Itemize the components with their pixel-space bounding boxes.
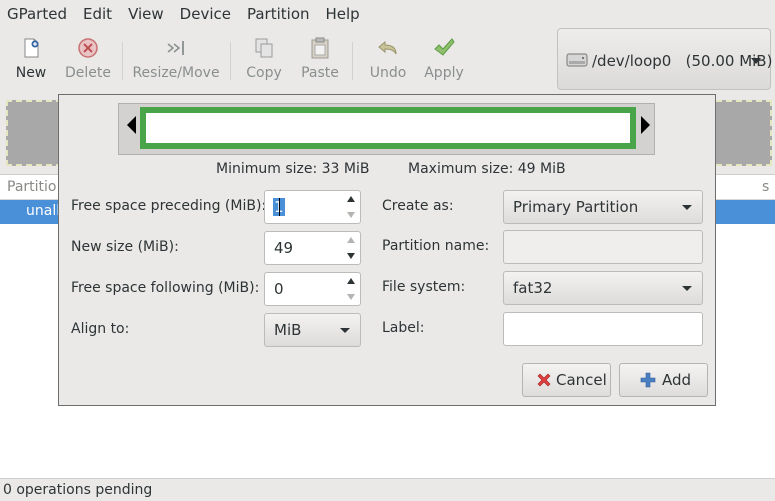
paste-icon bbox=[311, 37, 329, 59]
free-preceding-spinbox[interactable]: 1 bbox=[264, 190, 361, 224]
delete-button[interactable]: Delete bbox=[62, 28, 114, 88]
free-following-value: 0 bbox=[274, 280, 284, 298]
resize-move-label: Resize/Move bbox=[132, 65, 220, 81]
menu-help[interactable]: Help bbox=[318, 0, 368, 28]
create-as-combo[interactable]: Primary Partition bbox=[503, 190, 703, 224]
apply-label: Apply bbox=[424, 65, 464, 81]
column-partition-header[interactable]: Partitio bbox=[7, 179, 56, 195]
resize-handle-right[interactable] bbox=[641, 116, 650, 134]
increment-arrow-icon[interactable] bbox=[347, 196, 355, 202]
partition-block[interactable] bbox=[140, 107, 636, 149]
chevron-down-icon bbox=[682, 286, 692, 291]
free-following-label: Free space following (MiB): bbox=[71, 280, 260, 296]
cancel-icon bbox=[537, 373, 551, 387]
label-field[interactable] bbox=[503, 312, 703, 346]
menu-device[interactable]: Device bbox=[172, 0, 239, 28]
device-label: /dev/loop0 (50.00 MiB) bbox=[592, 52, 773, 70]
chevron-down-icon bbox=[751, 58, 761, 64]
undo-icon bbox=[378, 40, 397, 55]
menu-gparted[interactable]: GParted bbox=[0, 0, 75, 28]
paste-button[interactable]: Paste bbox=[296, 28, 344, 88]
delete-icon bbox=[78, 38, 98, 58]
resize-icon bbox=[167, 41, 184, 55]
minimum-size-label: Minimum size: 33 MiB bbox=[216, 161, 370, 177]
free-following-spinbox[interactable]: 0 bbox=[264, 272, 361, 306]
apply-button[interactable]: Apply bbox=[420, 28, 468, 88]
new-partition-dialog: Minimum size: 33 MiB Maximum size: 49 Mi… bbox=[58, 94, 716, 406]
new-document-icon bbox=[24, 38, 39, 58]
decrement-arrow-icon[interactable] bbox=[347, 294, 355, 300]
status-text: 0 operations pending bbox=[3, 482, 153, 498]
checkmark-icon bbox=[434, 38, 455, 56]
create-as-value: Primary Partition bbox=[513, 198, 639, 216]
increment-arrow-icon[interactable] bbox=[347, 278, 355, 284]
maximum-size-label: Maximum size: 49 MiB bbox=[408, 161, 566, 177]
new-size-label: New size (MiB): bbox=[71, 239, 179, 255]
file-system-value: fat32 bbox=[513, 279, 553, 297]
toolbar-separator bbox=[230, 42, 231, 80]
delete-label: Delete bbox=[65, 65, 111, 81]
toolbar-separator bbox=[352, 42, 353, 80]
menu-partition[interactable]: Partition bbox=[239, 0, 318, 28]
new-size-spinbox[interactable]: 49 bbox=[264, 231, 361, 265]
toolbar-separator bbox=[122, 42, 123, 80]
resize-move-button[interactable]: Resize/Move bbox=[131, 28, 221, 88]
free-preceding-label: Free space preceding (MiB): bbox=[71, 198, 267, 214]
partition-name-label: Partition name: bbox=[382, 238, 490, 254]
text-cursor bbox=[279, 198, 280, 216]
column-flags-header[interactable]: s bbox=[762, 179, 769, 195]
menubar: GParted Edit View Device Partition Help bbox=[0, 0, 775, 28]
chevron-down-icon bbox=[340, 328, 350, 333]
device-selector[interactable]: /dev/loop0 (50.00 MiB) bbox=[557, 28, 773, 90]
new-label: New bbox=[15, 65, 47, 81]
hard-drive-icon bbox=[566, 53, 588, 67]
label-label: Label: bbox=[382, 320, 425, 336]
new-button[interactable]: New bbox=[8, 28, 54, 88]
copy-icon bbox=[255, 38, 273, 58]
partition-name-field[interactable] bbox=[503, 230, 703, 264]
cancel-button[interactable]: Cancel bbox=[522, 363, 611, 397]
undo-button[interactable]: Undo bbox=[364, 28, 412, 88]
new-size-value: 49 bbox=[274, 239, 294, 257]
partition-resizer[interactable] bbox=[118, 103, 655, 155]
paste-label: Paste bbox=[301, 65, 339, 81]
menu-edit[interactable]: Edit bbox=[75, 0, 120, 28]
copy-button[interactable]: Copy bbox=[240, 28, 288, 88]
align-to-value: MiB bbox=[274, 321, 302, 339]
align-to-combo[interactable]: MiB bbox=[264, 313, 361, 347]
resize-handle-left[interactable] bbox=[127, 116, 136, 134]
decrement-arrow-icon[interactable] bbox=[347, 253, 355, 259]
menu-view[interactable]: View bbox=[120, 0, 172, 28]
partition-row-label: unall bbox=[26, 203, 61, 219]
cancel-label: Cancel bbox=[556, 371, 607, 389]
file-system-label: File system: bbox=[382, 279, 466, 295]
increment-arrow-icon[interactable] bbox=[347, 237, 355, 243]
decrement-arrow-icon[interactable] bbox=[347, 212, 355, 218]
undo-label: Undo bbox=[369, 65, 407, 81]
create-as-label: Create as: bbox=[382, 198, 454, 214]
align-to-label: Align to: bbox=[71, 321, 130, 337]
add-label: Add bbox=[662, 371, 692, 389]
status-bar: 0 operations pending bbox=[0, 478, 775, 501]
chevron-down-icon bbox=[682, 205, 692, 210]
add-button[interactable]: Add bbox=[619, 363, 708, 397]
file-system-combo[interactable]: fat32 bbox=[503, 271, 703, 305]
plus-icon bbox=[640, 372, 656, 388]
copy-label: Copy bbox=[246, 65, 282, 81]
